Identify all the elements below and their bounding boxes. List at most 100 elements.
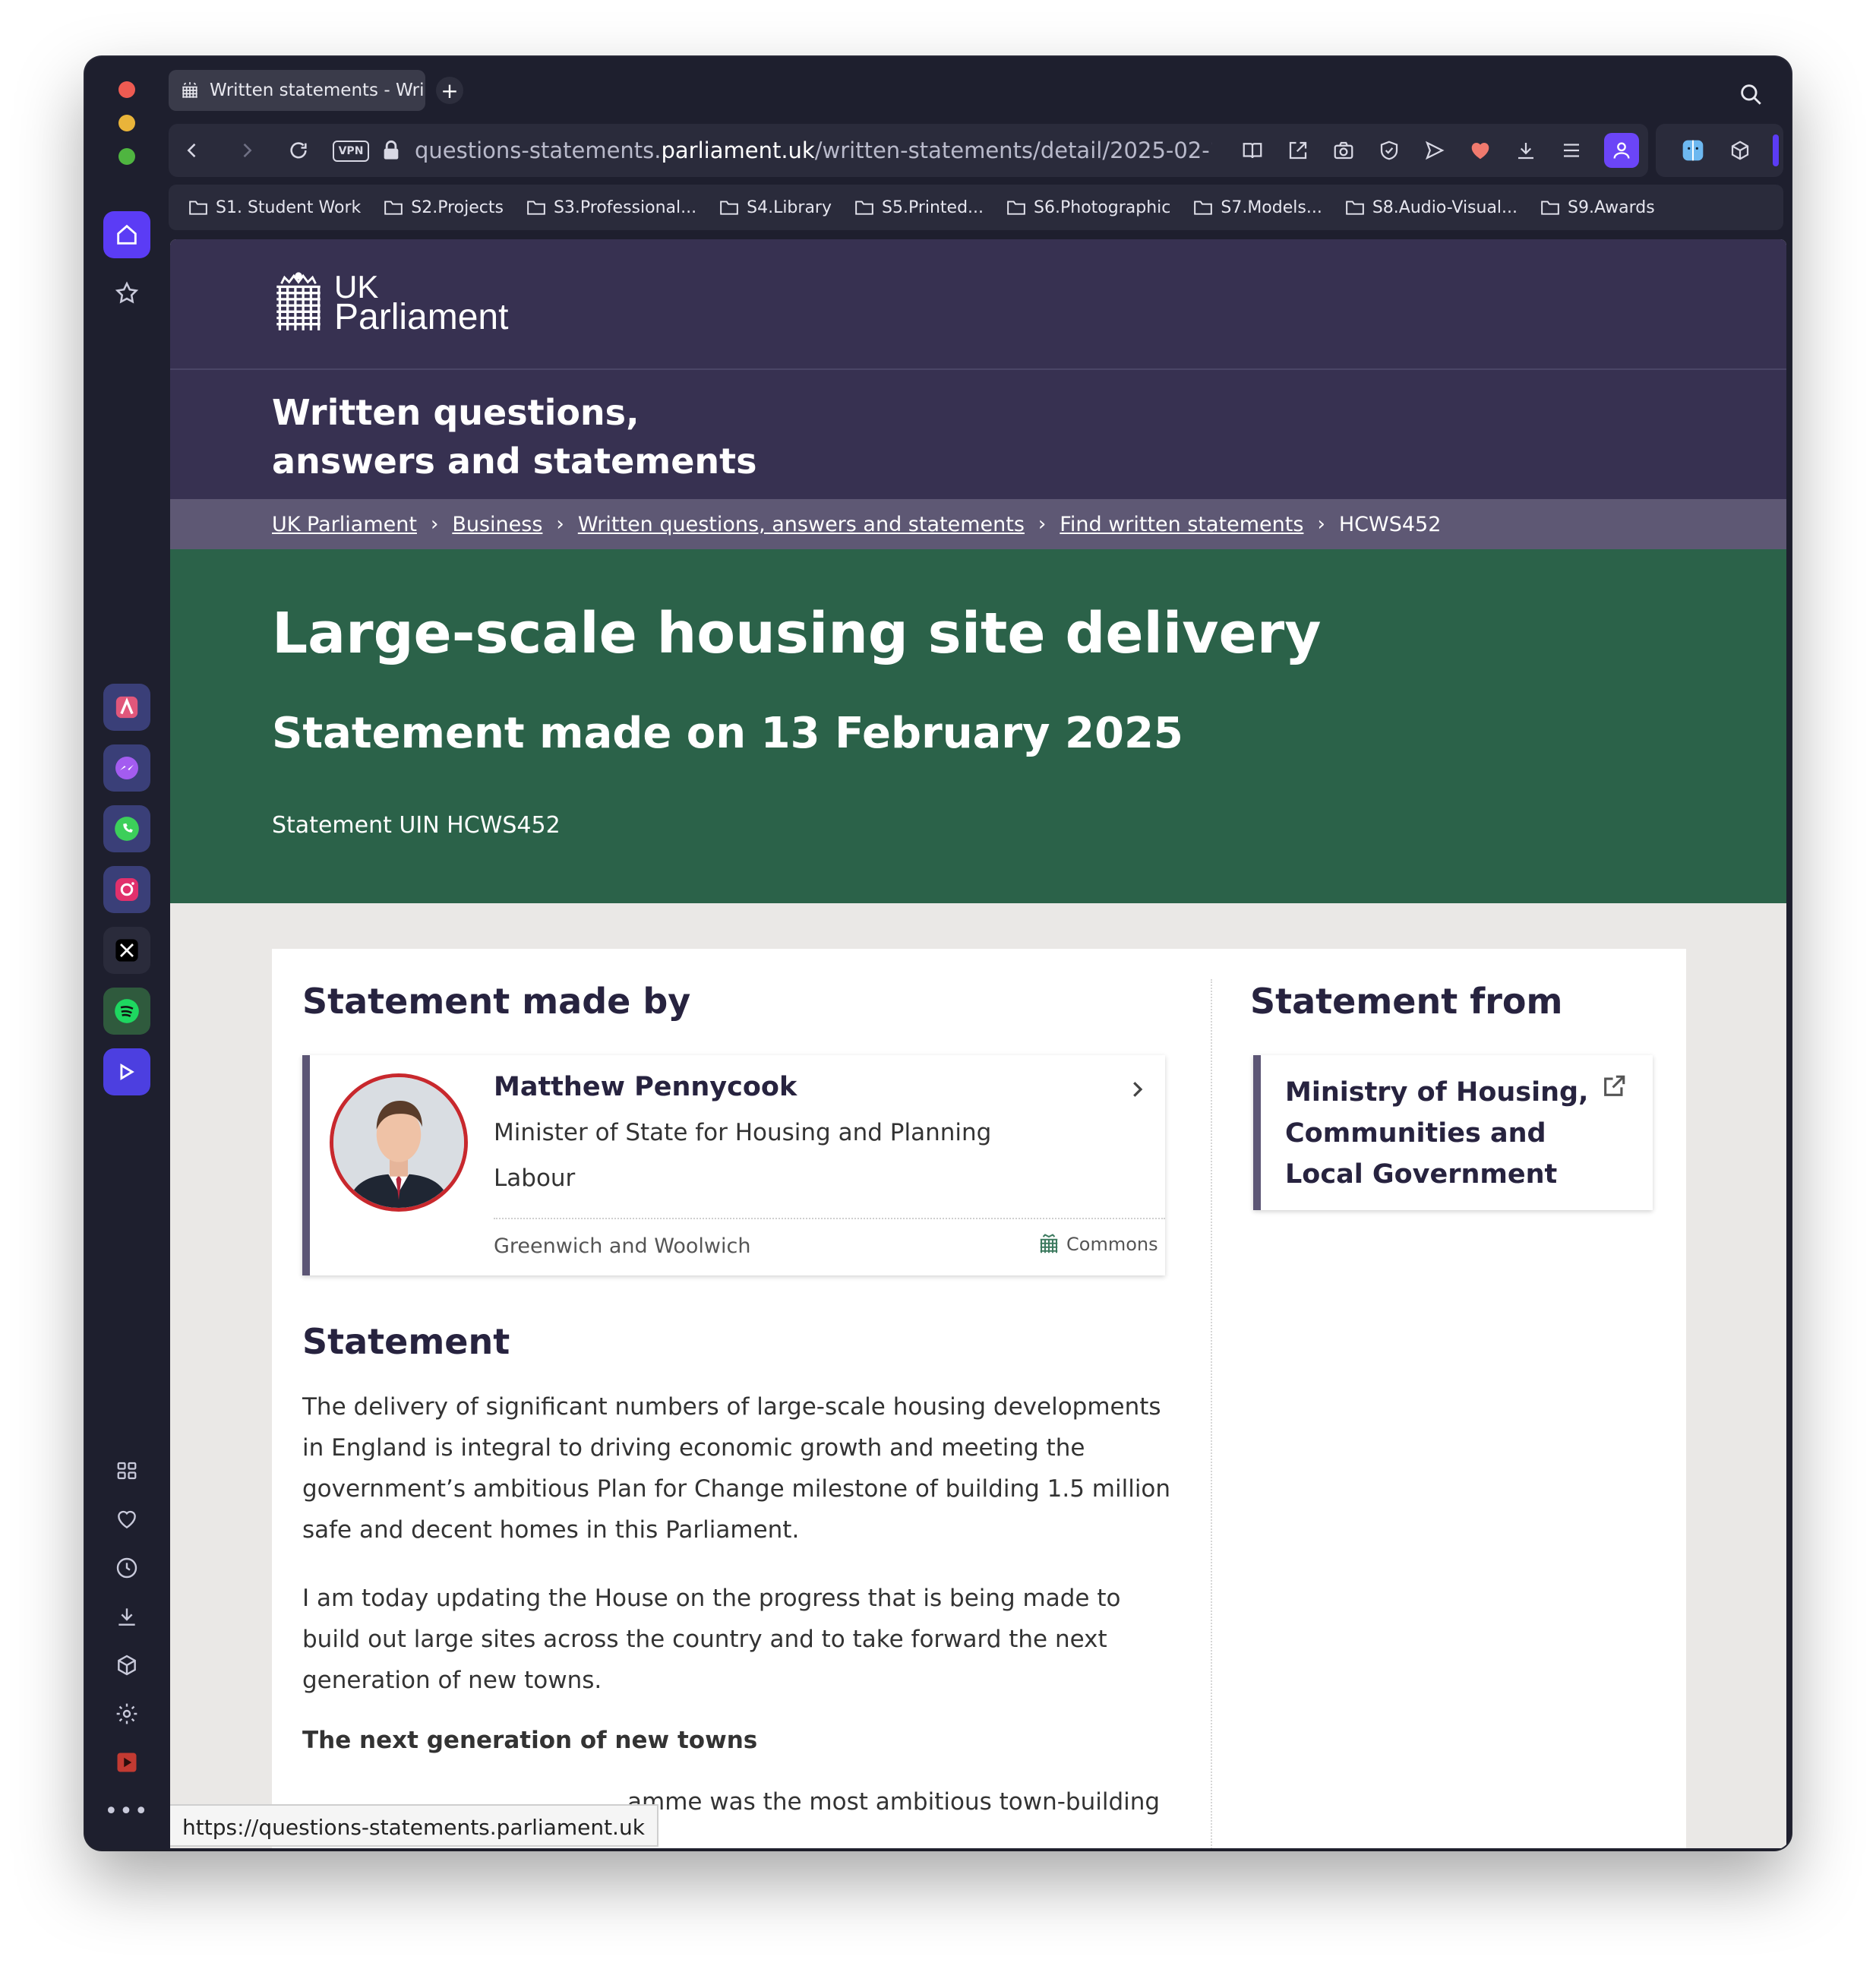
finder-extension-icon[interactable] [1679,136,1707,165]
breadcrumb-link[interactable]: Find written statements [1060,513,1303,536]
house-badge: Commons [1037,1233,1158,1256]
camera-snapshot-icon[interactable] [1329,136,1358,165]
extension-cube-icon[interactable] [1726,136,1754,165]
statement-date: Statement made on 13 February 2025 [272,709,1183,758]
link-status-bar: https://questions-statements.parliament.… [170,1804,658,1847]
home-icon[interactable] [103,211,150,258]
whatsapp-icon[interactable] [103,805,150,852]
reader-book-icon[interactable] [1238,136,1267,165]
folder-icon [384,201,403,215]
vpn-badge[interactable]: VPN [333,141,369,162]
spotify-icon[interactable] [103,988,150,1035]
send-flow-icon[interactable] [1420,136,1449,165]
bookmark-label: S2.Projects [411,198,504,217]
url-domain: parliament.uk [661,137,815,163]
history-clock-icon[interactable] [111,1552,143,1584]
url-field[interactable]: questions-statements.parliament.uk/writt… [415,137,1212,163]
browser-sidebar: ••• [85,57,169,1850]
bookmarks-bar: S1. Student Work S2.Projects S3.Professi… [169,185,1783,230]
chevron-right-icon: › [1037,513,1047,536]
external-link-icon[interactable] [1601,1073,1628,1101]
browser-window: ••• Written statements - Wri + VPN quest… [85,57,1791,1850]
x-twitter-icon[interactable] [103,927,150,974]
back-arrow-icon[interactable] [178,136,207,165]
bookmark-folder[interactable]: S4.Library [719,198,832,217]
breadcrumb-link[interactable]: UK Parliament [272,513,417,536]
star-icon[interactable] [111,277,143,309]
minimize-window-button[interactable] [118,115,135,131]
scroll-indicator [1773,134,1779,166]
shield-adblock-icon[interactable] [1375,136,1404,165]
instagram-icon[interactable] [103,866,150,913]
statement-card: Statement made by Matthew Pennycook Mini… [272,949,1686,1848]
close-window-button[interactable] [118,81,135,98]
breadcrumb-link[interactable]: Written questions, answers and statement… [578,513,1025,536]
breadcrumb: UK Parliament › Business › Written quest… [170,499,1786,549]
bookmark-label: S3.Professional... [553,198,697,217]
url-prefix: questions-statements. [415,137,662,163]
bookmark-label: S4.Library [747,198,832,217]
uk-parliament-logo[interactable]: UK Parliament [272,271,508,336]
media-player-icon[interactable] [111,1746,143,1778]
chevron-right-icon: › [1317,513,1325,536]
bookmark-folder[interactable]: S8.Audio-Visual... [1345,198,1518,217]
lock-icon[interactable] [377,136,406,165]
more-options-icon[interactable]: ••• [104,1795,147,1827]
heart-pinboard-icon[interactable] [1466,136,1495,165]
bookmark-folder[interactable]: S5.Printed... [854,198,984,217]
site-title[interactable]: Written questions, answers and statement… [272,388,804,485]
page-title: Large-scale housing site delivery [272,601,1322,666]
messenger-icon[interactable] [103,744,150,792]
tab-search-icon[interactable] [1738,81,1764,107]
statement-subheading: The next generation of new towns [302,1727,758,1754]
bookmark-folder[interactable]: S6.Photographic [1006,198,1170,217]
active-tab[interactable]: Written statements - Wri [169,70,425,111]
member-constituency: Greenwich and Woolwich [494,1234,751,1258]
url-path: /written-statements/detail/2025-02-13/hc… [814,137,1212,163]
bookmark-folder[interactable]: S9.Awards [1540,198,1655,217]
folder-icon [1346,201,1364,215]
settings-gear-icon[interactable] [111,1698,143,1730]
member-name[interactable]: Matthew Pennycook [494,1072,797,1102]
member-card[interactable]: Matthew Pennycook Minister of State for … [302,1055,1165,1275]
reload-icon[interactable] [284,136,313,165]
easy-setup-menu-icon[interactable] [1557,136,1586,165]
breadcrumb-current: HCWS452 [1338,512,1442,536]
folder-icon [1541,201,1559,215]
member-role: Minister of State for Housing and Planni… [494,1119,992,1146]
download-icon[interactable] [111,1601,143,1633]
bookmark-label: S9.Awards [1568,198,1655,217]
grid-icon[interactable] [111,1455,143,1487]
bookmark-label: S7.Models... [1221,198,1322,217]
forward-arrow-icon[interactable] [232,136,261,165]
heart-icon[interactable] [111,1503,143,1535]
breadcrumb-link[interactable]: Business [452,513,542,536]
profile-icon[interactable] [1604,133,1639,168]
portcullis-favicon-icon [179,80,201,101]
department-card[interactable]: Ministry of Housing, Communities and Loc… [1253,1055,1653,1210]
tab-title: Written statements - Wri [210,81,425,100]
portcullis-commons-icon [1040,1234,1058,1253]
bookmark-label: S6.Photographic [1034,198,1171,217]
chevron-right-icon: › [556,513,564,536]
bookmark-folder[interactable]: S3.Professional... [526,198,696,217]
bookmark-label: S5.Printed... [882,198,984,217]
portcullis-logo-icon [276,272,321,330]
bookmark-folder[interactable]: S2.Projects [384,198,504,217]
site-title-bar: Written questions, answers and statement… [170,368,1786,499]
edit-share-icon[interactable] [1284,136,1312,165]
downloads-icon[interactable] [1511,136,1540,165]
aria-ai-icon[interactable] [103,684,150,731]
maximize-window-button[interactable] [118,148,135,165]
folder-icon [1194,201,1213,215]
department-name[interactable]: Ministry of Housing, Communities and Loc… [1285,1072,1589,1195]
statement-hero: Large-scale housing site delivery Statem… [170,549,1786,903]
new-tab-plus-icon[interactable]: + [436,77,463,104]
player-icon[interactable] [103,1048,150,1095]
cube-icon[interactable] [111,1649,143,1681]
bookmark-folder[interactable]: S7.Models... [1193,198,1322,217]
statement-paragraph: The delivery of significant numbers of l… [302,1393,1171,1544]
statement-paragraph: I am today updating the House on the pro… [302,1585,1121,1694]
bookmark-folder[interactable]: S1. Student Work [188,198,361,217]
chevron-right-icon[interactable] [1126,1078,1150,1102]
